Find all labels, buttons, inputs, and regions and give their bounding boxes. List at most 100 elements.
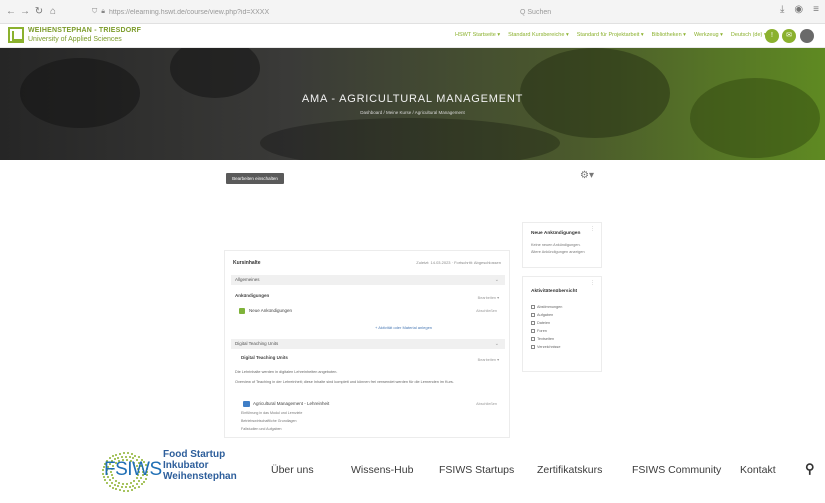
shield-icon: ⛉ — [92, 8, 98, 15]
account-icon[interactable]: ◉ — [794, 4, 803, 15]
logo-dot — [118, 481, 121, 484]
menu-icon[interactable]: ≡ — [813, 4, 819, 15]
course-hero-banner: AMA - AGRICULTURAL MANAGEMENT Dashboard … — [0, 48, 825, 160]
logo-dot — [117, 485, 120, 488]
logo-dot — [119, 489, 122, 492]
news-block: ⋮ Neue Ankündigungen Keine neuen Ankündi… — [522, 222, 602, 268]
edit-mode-button[interactable]: Bearbeiten einschalten — [226, 173, 284, 184]
activity-link[interactable]: Dateien — [531, 321, 550, 325]
activity-complete-label[interactable]: Abschließen — [476, 402, 497, 406]
add-activity-button[interactable]: + Aktivität oder Material anlegen — [375, 325, 432, 330]
chevron-down-icon[interactable]: ⌄ — [495, 275, 499, 285]
nav-item[interactable]: Standard für Projektarbeit ▾ — [577, 32, 644, 38]
announcement-activity[interactable]: Neue Ankündigungen — [249, 308, 292, 313]
nav-item[interactable]: HSWT Startseite ▾ — [455, 32, 500, 38]
logo-dot — [124, 455, 127, 458]
activity-complete-label[interactable]: Abschließen — [476, 309, 497, 313]
checkbox-icon — [531, 337, 535, 341]
logo-subtitle: University of Applied Sciences — [28, 36, 122, 43]
logo-dot — [125, 482, 128, 485]
list-item: Einführung in das Modul und Lernziele — [241, 411, 303, 415]
fsiws-nav-community[interactable]: FSIWS Community — [632, 464, 721, 476]
news-text: Keine neuen Ankündigungen. — [531, 243, 581, 247]
browser-toolbar: ← → ↻ ⌂ ⛉ 🔒︎ https://elearning.hswt.de/c… — [0, 0, 825, 24]
activity-link[interactable]: Verzeichnisse — [531, 345, 560, 349]
activity-block-title: Aktivitätenübersicht — [531, 289, 578, 294]
edit-link[interactable]: Bearbeiten ▾ — [478, 295, 499, 300]
dtu-description-1: Die Lehrinhalte werden in digitalen Lehr… — [235, 370, 338, 374]
logo-dot — [135, 482, 138, 485]
list-item: Fallstudien und Aufgaben — [241, 427, 282, 431]
dtu-heading: Digital Teaching Units — [241, 355, 288, 360]
logo-dot — [119, 452, 122, 455]
section-header-dtu[interactable]: Digital Teaching Units ⌄ — [231, 339, 505, 349]
download-icon[interactable]: ⤓ — [780, 4, 784, 15]
back-icon[interactable]: ← — [4, 6, 18, 17]
university-logo-icon[interactable] — [8, 27, 24, 43]
fsiws-nav-about[interactable]: Über uns — [271, 464, 314, 476]
logo-dot — [113, 483, 116, 486]
nav-item[interactable]: Bibliotheken ▾ — [652, 32, 686, 38]
reload-icon[interactable]: ↻ — [32, 6, 46, 17]
checkbox-icon — [531, 345, 535, 349]
search-icon[interactable]: ⚲ — [805, 461, 815, 477]
gear-icon[interactable]: ⚙▾ — [580, 170, 594, 181]
logo-dot — [115, 488, 118, 491]
forward-icon[interactable]: → — [18, 6, 32, 17]
logo-dot — [128, 485, 131, 488]
course-content-panel: Kursinhalte Zuletzt: 14.03.2023 · Fortsc… — [224, 250, 510, 438]
news-block-title: Neue Ankündigungen — [531, 231, 581, 236]
fsiws-navbar: FSIWS Food Startup Inkubator Weihensteph… — [0, 441, 825, 503]
checkbox-icon — [531, 305, 535, 309]
logo-dot — [137, 485, 140, 488]
edit-link[interactable]: Bearbeiten ▾ — [478, 357, 499, 362]
activity-link[interactable]: Textseiten — [531, 337, 554, 341]
chevron-down-icon[interactable]: ⌄ — [495, 339, 499, 349]
list-item: Betriebswirtschaftliche Grundlagen — [241, 419, 297, 423]
logo-dot — [123, 489, 125, 492]
block-menu-icon[interactable]: ⋮ — [590, 280, 595, 286]
nav-item[interactable]: Deutsch (de) ▾ — [731, 32, 767, 38]
fsiws-logo[interactable]: FSIWS — [104, 459, 162, 481]
dtu-activity[interactable]: Agricultural Management - Lehreinheit — [253, 401, 329, 406]
logo-title: WEIHENSTEPHAN - TRIESDORF — [28, 27, 142, 34]
address-bar[interactable]: ⛉ 🔒︎ https://elearning.hswt.de/course/vi… — [92, 4, 512, 20]
checkbox-icon — [531, 313, 535, 317]
activity-link[interactable]: Foren — [531, 329, 547, 333]
avatar[interactable] — [800, 29, 814, 43]
logo-dot — [132, 484, 135, 487]
fsiws-tagline-line: Food Startup — [163, 449, 226, 460]
fsiws-nav-certificate[interactable]: Zertifikatskurs — [537, 464, 602, 476]
block-menu-icon[interactable]: ⋮ — [590, 226, 595, 232]
older-news-link[interactable]: Ältere Ankündigungen anzeigen — [531, 250, 585, 254]
section-header-general[interactable]: Allgemeines ⌄ — [231, 275, 505, 285]
nav-item[interactable]: Standard Kursbereiche ▾ — [508, 32, 569, 38]
chat-icon[interactable]: ✉ — [782, 29, 796, 43]
fsiws-nav-startups[interactable]: FSIWS Startups — [439, 464, 514, 476]
site-nav: HSWT Startseite ▾ Standard Kursbereiche … — [455, 32, 767, 38]
bell-icon[interactable]: ! — [765, 29, 779, 43]
activity-link[interactable]: Abstimmungen — [531, 305, 562, 309]
logo-dot — [122, 482, 124, 485]
logo-dot — [126, 452, 129, 455]
lock-icon: 🔒︎ — [101, 8, 105, 15]
fsiws-nav-contact[interactable]: Kontakt — [740, 464, 776, 476]
browser-search-field[interactable]: Q Suchen — [520, 4, 700, 20]
logo-dot — [126, 489, 129, 492]
fsiws-nav-knowledge-hub[interactable]: Wissens-Hub — [351, 464, 413, 476]
home-icon[interactable]: ⌂ — [46, 6, 60, 17]
logo-dot — [134, 454, 137, 457]
activity-overview-block: ⋮ Aktivitätenübersicht Abstimmungen Aufg… — [522, 276, 602, 372]
nav-item[interactable]: Werkzeug ▾ — [694, 32, 723, 38]
breadcrumb[interactable]: Dashboard / Meine Kurse / Agricultural M… — [0, 110, 825, 115]
logo-dot — [121, 455, 124, 458]
logo-dot — [121, 486, 124, 489]
lesson-icon — [243, 401, 250, 407]
course-meta: Zuletzt: 14.03.2023 · Fortschritt: Abges… — [416, 260, 501, 265]
checkbox-icon — [531, 321, 535, 325]
course-content-header: Kursinhalte — [233, 260, 261, 266]
logo-dot — [129, 481, 132, 484]
checkbox-icon — [531, 329, 535, 333]
url-text: https://elearning.hswt.de/course/view.ph… — [108, 8, 270, 16]
activity-link[interactable]: Aufgaben — [531, 313, 553, 317]
